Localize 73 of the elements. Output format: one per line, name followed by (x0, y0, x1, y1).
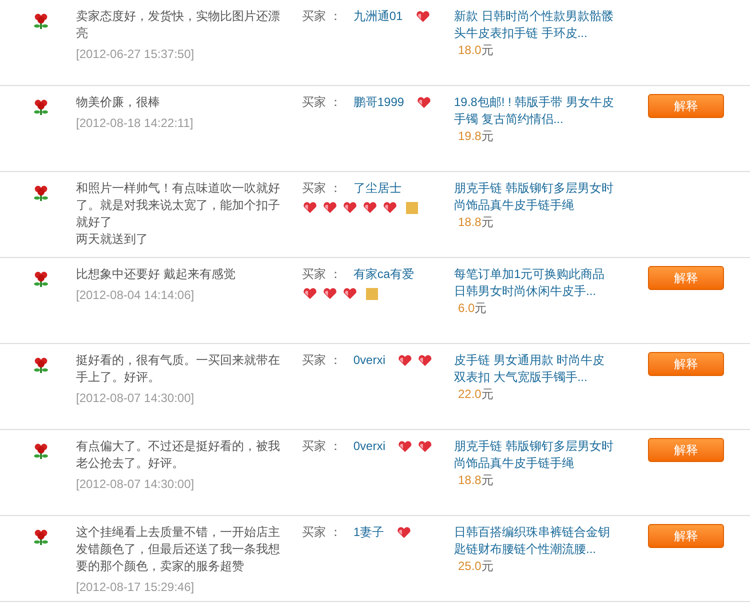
review-comment: 比想象中还要好 戴起来有感觉 (76, 266, 236, 283)
product-link[interactable]: 19.8包邮! ! 韩版手带 男女牛皮手镯 复古简约情侣... (454, 94, 616, 128)
review-comment: 卖家态度好，发货快，实物比图片还漂亮 (76, 8, 281, 42)
buyer-label: 买家 ： (302, 94, 342, 111)
flower-icon (32, 184, 50, 202)
buyer-name[interactable]: 九洲通01 (353, 8, 403, 25)
buyer-label: 买家 ： (302, 266, 342, 283)
price: 22.0 (458, 387, 482, 401)
review-comment: 挺好看的，很有气质。一买回来就带在手上了。好评。 (76, 352, 281, 386)
badge-icon (366, 288, 378, 300)
review-comment: 有点偏大了。不过还是挺好看的，被我老公抢去了。好评。 (76, 438, 281, 472)
price: 18.8 (458, 473, 482, 487)
flower-icon (32, 98, 50, 116)
product-link[interactable]: 每笔订单加1元可换购此商品日韩男女时尚休闲牛皮手... (454, 266, 616, 300)
buyer-name[interactable]: 了尘居士 (353, 180, 402, 197)
heart-icon (342, 287, 358, 300)
buyer-name[interactable]: 1妻子 (353, 524, 384, 541)
product-link[interactable]: 朋克手链 韩版铆钉多层男女时尚饰品真牛皮手链手绳 (454, 180, 616, 214)
buyer-name[interactable]: 0verxi (353, 352, 386, 369)
flower-icon (32, 442, 50, 460)
buyer-label: 买家 ： (302, 352, 342, 369)
heart-icon (362, 201, 378, 214)
heart-icon (397, 354, 414, 367)
review-date: [2012-08-07 14:30:00] (76, 390, 196, 407)
product-link[interactable]: 日韩百搭编织珠串裤链合金钥匙链财布腰链个性潮流腰... (454, 524, 616, 558)
review-comment: 和照片一样帅气！有点味道吹一吹就好了。就是对我来说太宽了，能加个扣子就好了 (76, 180, 281, 231)
review-date: [2012-08-18 14:22:11] (76, 115, 194, 132)
heart-icon (302, 287, 318, 300)
product-link[interactable]: 朋克手链 韩版铆钉多层男女时尚饰品真牛皮手链手绳 (454, 438, 616, 472)
buyer-label: 买家 ： (302, 438, 342, 455)
product-link[interactable]: 新款 日韩时尚个性款男款骷髅头牛皮表扣手链 手环皮... (454, 8, 616, 42)
price: 18.8 (458, 215, 482, 229)
price: 19.8 (458, 129, 482, 143)
flower-icon (32, 528, 50, 546)
buyer-label: 买家 ： (302, 8, 342, 25)
badge-icon (406, 202, 418, 214)
review-comment: 这个挂绳看上去质量不错，一开始店主发错颜色了，但最后还送了我一条我想要的那个颜色，卖家的服务超赞 (76, 524, 281, 575)
flower-icon (32, 270, 50, 288)
currency: 元 (481, 559, 494, 573)
price: 25.0 (458, 559, 482, 573)
heart-icon (414, 10, 431, 23)
heart-icon (416, 96, 432, 109)
product-link[interactable]: 皮手链 男女通用款 时尚牛皮双表扣 大气宽版手镯手... (454, 352, 616, 386)
currency: 元 (481, 43, 494, 57)
flower-icon (32, 356, 50, 374)
currency: 元 (481, 473, 494, 487)
heart-icon (382, 201, 398, 214)
currency: 元 (481, 387, 494, 401)
buyer-name[interactable]: 0verxi (353, 438, 386, 455)
heart-icon (417, 440, 434, 453)
currency: 元 (474, 301, 487, 315)
flower-icon (32, 12, 50, 30)
review-date: [2012-08-17 15:29:46] (76, 579, 196, 596)
buyer-name[interactable]: 有家ca有爱 (353, 266, 414, 283)
review-comment: 两天就送到了 (76, 231, 149, 248)
buyer-label: 买家 ： (302, 524, 342, 541)
heart-icon (322, 287, 338, 300)
heart-icon (302, 201, 318, 214)
review-date: [2012-08-07 14:30:00] (76, 476, 196, 493)
buyer-label: 买家 ： (302, 180, 342, 197)
currency: 元 (481, 129, 494, 143)
heart-icon (322, 201, 338, 214)
review-date: [2012-06-27 15:37:50] (76, 46, 196, 63)
review-comment: 物美价廉，很棒 (76, 94, 161, 111)
heart-icon (342, 201, 358, 214)
heart-icon (396, 526, 412, 539)
review-date: [2012-08-04 14:14:06] (76, 287, 196, 304)
currency: 元 (481, 215, 494, 229)
buyer-name[interactable]: 鹏哥1999 (353, 94, 404, 111)
heart-icon (417, 354, 434, 367)
heart-icon (397, 440, 414, 453)
price: 6.0 (458, 301, 475, 315)
price: 18.0 (458, 43, 482, 57)
